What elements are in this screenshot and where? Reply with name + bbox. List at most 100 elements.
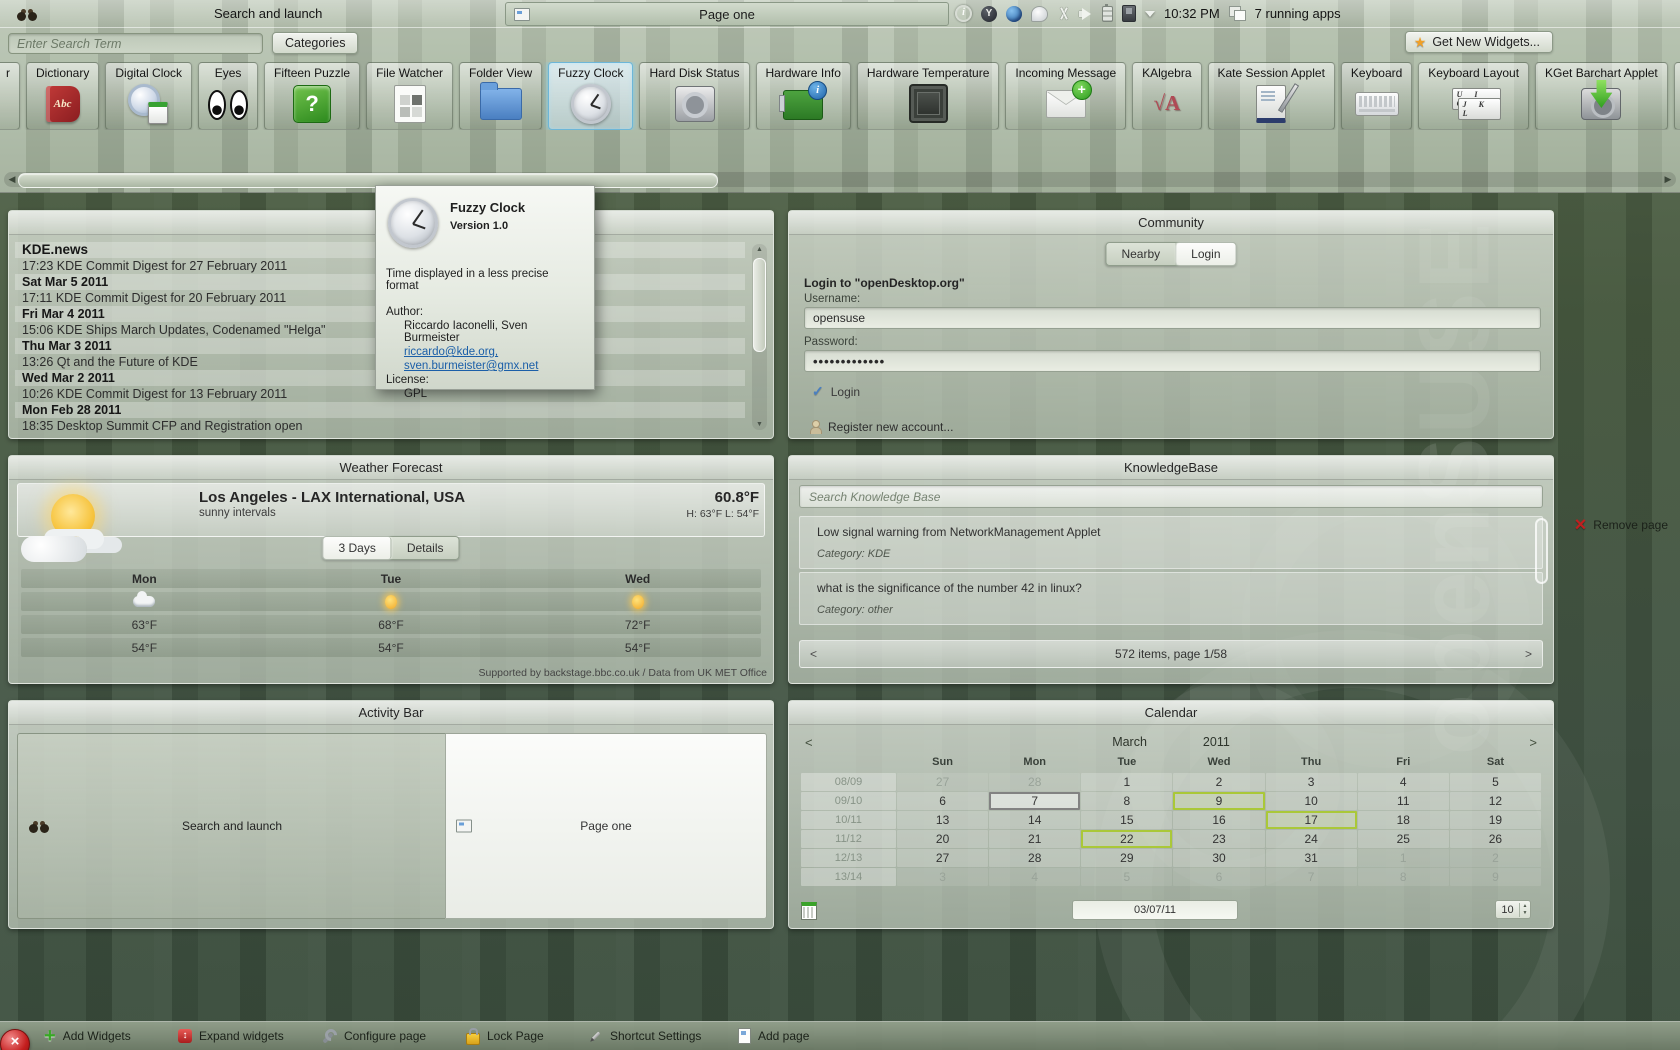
calendar-cell[interactable]: 16 (1173, 811, 1264, 829)
knowledgebase-search-input[interactable] (799, 485, 1543, 508)
calendar-cell[interactable]: 8 (1081, 792, 1172, 810)
activity-search-and-launch[interactable]: Search and launch (17, 733, 447, 919)
news-row[interactable]: 18:35 Desktop Summit CFP and Registratio… (15, 418, 745, 433)
toolbar-button[interactable]: Add Widgets (44, 1022, 131, 1050)
knowledgebase-scrollbar[interactable] (1535, 518, 1548, 666)
widget-card[interactable]: File Watcher (366, 62, 453, 130)
widget-card[interactable]: Eyes (198, 62, 258, 130)
close-corner-button[interactable] (0, 1029, 30, 1050)
tab-details[interactable]: Details (392, 537, 459, 559)
calendar-cell[interactable]: 23 (1173, 830, 1264, 848)
calendar-cell[interactable]: 9 (1450, 868, 1541, 886)
calendar-cell[interactable]: 8 (1358, 868, 1449, 886)
calendar-date-input[interactable] (1072, 900, 1238, 920)
scissors-clipboard-icon[interactable] (1057, 6, 1070, 21)
page-tab[interactable]: Page one (505, 2, 949, 26)
calendar-cell[interactable]: 26 (1450, 830, 1541, 848)
widget-card[interactable]: Incoming Message (1005, 62, 1126, 130)
toolbar-button[interactable]: Shortcut Settings (588, 1022, 701, 1050)
widget-card[interactable]: Hardware Info (756, 62, 851, 130)
calendar-cell[interactable]: 22 (1081, 830, 1172, 848)
battery-icon[interactable] (1102, 6, 1113, 22)
knowledgebase-item[interactable]: what is the significance of the number 4… (799, 572, 1543, 625)
calendar-cell[interactable]: 30 (1173, 849, 1264, 867)
calendar-cell[interactable]: 19 (1450, 811, 1541, 829)
calendar-cell[interactable]: 12 (1450, 792, 1541, 810)
chat-bubble-icon[interactable] (1031, 6, 1048, 22)
activity-page-one[interactable]: Page one (445, 733, 767, 919)
calendar-cell[interactable]: 3 (1266, 773, 1357, 791)
globe-network-icon[interactable] (1006, 6, 1022, 22)
volume-icon[interactable] (1079, 7, 1093, 21)
widget-card[interactable]: Fuzzy Clock (548, 62, 633, 130)
calendar-cell[interactable]: 3 (897, 868, 988, 886)
calendar-cell[interactable]: 28 (989, 849, 1080, 867)
calendar-cell[interactable]: 5 (1450, 773, 1541, 791)
calendar-cell[interactable]: 6 (1173, 868, 1264, 886)
calendar-cell[interactable]: 20 (897, 830, 988, 848)
author-email-link[interactable]: sven.burmeister@gmx.net (404, 360, 584, 372)
widget-card[interactable]: Keyboard (1341, 62, 1412, 130)
widget-card[interactable]: r (0, 62, 20, 130)
calendar-cell[interactable]: 18 (1358, 811, 1449, 829)
chevron-down-icon[interactable] (1145, 11, 1155, 17)
y-badge-icon[interactable] (981, 6, 997, 22)
info-icon[interactable] (955, 5, 972, 22)
window-stack-icon[interactable] (1229, 6, 1246, 21)
tab-nearby[interactable]: Nearby (1106, 243, 1176, 265)
toolbar-button[interactable]: Configure page (322, 1022, 426, 1050)
week-spinner[interactable]: 10 (1495, 900, 1531, 919)
scrollbar-thumb[interactable] (18, 173, 718, 188)
calendar-month[interactable]: March (1112, 735, 1147, 749)
tab-3-days[interactable]: 3 Days (323, 537, 391, 559)
widget-card[interactable]: Keyboard Layout (1418, 62, 1529, 130)
calendar-cell[interactable]: 13 (897, 811, 988, 829)
widget-card[interactable]: KAlgebra (1132, 62, 1201, 130)
widget-card[interactable]: Hardware Temperature (857, 62, 1000, 130)
toolbar-button[interactable]: Add page (738, 1022, 809, 1050)
news-scrollbar[interactable] (752, 244, 767, 430)
calendar-cell[interactable]: 11 (1358, 792, 1449, 810)
author-email-link[interactable]: riccardo@kde.org, (404, 346, 584, 358)
spinner-down-icon[interactable] (1520, 910, 1530, 917)
pager-prev[interactable]: < (810, 647, 817, 661)
clock[interactable]: 10:32 PM (1164, 6, 1220, 21)
calendar-cell[interactable]: 1 (1358, 849, 1449, 867)
mini-calendar-icon[interactable] (801, 902, 817, 920)
toolbar-button[interactable]: Lock Page (466, 1022, 544, 1050)
password-field[interactable] (804, 350, 1541, 372)
calendar-cell[interactable]: 25 (1358, 830, 1449, 848)
device-notifier-icon[interactable] (1122, 5, 1136, 22)
search-input[interactable] (8, 33, 263, 54)
register-link[interactable]: Register new account... (809, 420, 953, 434)
tab-login[interactable]: Login (1176, 243, 1235, 265)
widget-card[interactable]: Fifteen Puzzle (264, 62, 360, 130)
scrollbar-thumb[interactable] (753, 258, 766, 352)
calendar-cell[interactable]: 14 (989, 811, 1080, 829)
calendar-cell[interactable]: 27 (897, 849, 988, 867)
running-apps-label[interactable]: 7 running apps (1255, 6, 1341, 21)
spinner-up-icon[interactable] (1520, 903, 1530, 910)
pager-next[interactable]: > (1525, 647, 1532, 661)
widget-card[interactable]: Digital Clock (105, 62, 192, 130)
widget-card[interactable]: Kate Session Applet (1208, 62, 1335, 130)
calendar-cell[interactable]: 2 (1173, 773, 1264, 791)
calendar-cell[interactable]: 10 (1266, 792, 1357, 810)
calendar-cell[interactable]: 21 (989, 830, 1080, 848)
remove-page-button[interactable]: Remove page (1575, 0, 1668, 1050)
calendar-cell[interactable]: 28 (989, 773, 1080, 791)
calendar-cell[interactable]: 15 (1081, 811, 1172, 829)
widget-card[interactable]: Hard Disk Status (639, 62, 749, 130)
calendar-cell[interactable]: 17 (1266, 811, 1357, 829)
weather-credit[interactable]: Supported by backstage.bbc.co.uk / Data … (479, 667, 768, 679)
calendar-cell[interactable]: 24 (1266, 830, 1357, 848)
toolbar-button[interactable]: Expand widgets (178, 1022, 284, 1050)
calendar-cell[interactable]: 29 (1081, 849, 1172, 867)
calendar-next[interactable]: > (1529, 735, 1537, 750)
calendar-cell[interactable]: 1 (1081, 773, 1172, 791)
calendar-cell[interactable]: 7 (1266, 868, 1357, 886)
calendar-cell[interactable]: 5 (1081, 868, 1172, 886)
calendar-cell[interactable]: 31 (1266, 849, 1357, 867)
widget-list-scrollbar[interactable] (4, 172, 1676, 187)
get-new-widgets-button[interactable]: Get New Widgets... (1405, 31, 1553, 53)
